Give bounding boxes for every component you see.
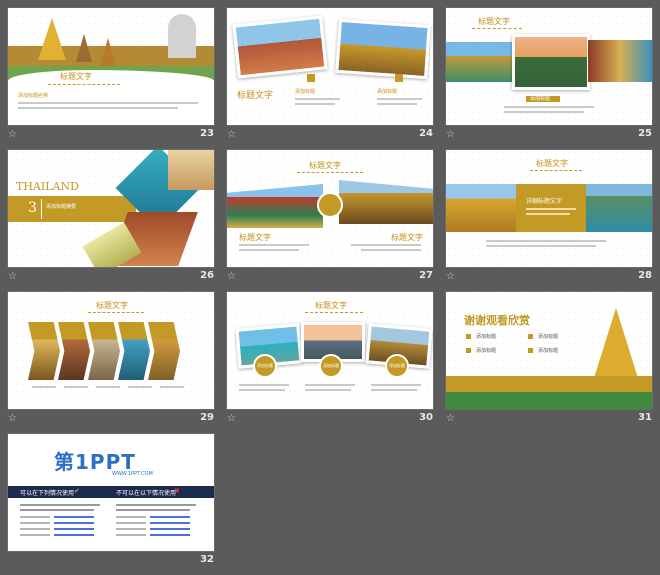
star-icon[interactable]: ☆ [8,271,17,282]
cliffs-photo [586,184,652,232]
statue-photo [588,40,652,82]
chevron-photo [58,322,90,380]
slide-number: 25 [638,128,652,139]
slide-number: 32 [200,554,214,565]
slide-title: 标题文字 [237,91,274,101]
pavilion-photo [512,34,590,90]
slide-number: 29 [200,412,214,423]
slide-title: 标题文字 [536,159,568,168]
temple-photo [335,18,431,80]
slide-number: 31 [638,412,652,423]
slide-thumbnail-27[interactable]: 标题文字 标题文字 标题文字 [227,150,433,267]
chevron-photo [148,322,180,380]
chevron-photo [118,322,150,380]
star-icon[interactable]: ☆ [8,129,17,140]
slide-number: 26 [200,270,214,281]
temple-photo [339,180,433,224]
slide-thumbnail-25[interactable]: 标题文字 添加标题 [446,8,652,125]
temple-photo [446,42,516,82]
slide-title: 标题文字 [60,72,92,81]
star-icon[interactable]: ☆ [8,413,17,424]
slide-thumbnail-26[interactable]: THAILAND 3 添加标题摘要 [8,150,214,267]
temple-image [76,34,92,62]
slide-number: 23 [200,128,214,139]
logo-url: WWW.1PPT.COM [112,471,153,477]
right-heading: 不可以在以下情况使用 [116,490,177,497]
star-icon[interactable]: ☆ [446,413,455,424]
slide-title: 标题文字 [96,301,128,310]
star-icon[interactable]: ☆ [227,271,236,282]
slide-thumbnail-30[interactable]: 标题文字 添加标题 添加标题 添加标题 [227,292,433,409]
slide-number: 30 [419,412,433,423]
ruins-photo [168,150,214,190]
star-icon[interactable]: ☆ [446,129,455,140]
slide-title: 标题文字 [309,161,341,170]
check-icon: ✔ [74,487,80,495]
slide-thumbnail-24[interactable]: 标题文字 添加标题 添加标题 [227,8,433,125]
star-icon[interactable]: ☆ [227,129,236,140]
slide-thumbnail-29[interactable]: 标题文字 [8,292,214,409]
box-title: 详细标题文字 [526,198,563,205]
slide-sorter-grid: 标题文字 添加标题名称 ☆ 23 标题文字 添加标题 添加标题 ☆ 24 标题文… [0,0,660,575]
bridge-photo [232,15,328,79]
slide-thumbnail-32[interactable]: 第1PPT WWW.1PPT.COM 可以在下列情况使用 ✔ 不可以在以下情况使… [8,434,214,551]
badge: 添加标题 [253,354,277,378]
badge: 添加标题 [385,354,409,378]
slide-title: 标题文字 [478,17,510,26]
left-heading: 可以在下列情况使用 [20,490,75,497]
pagoda-image [168,14,196,58]
slide-number: 24 [419,128,433,139]
slide-heading: THAILAND [16,180,79,193]
chevron-photo [28,322,60,380]
cross-icon: ✖ [174,487,180,495]
slide-title: 标题文字 [315,301,347,310]
slide-subtitle: 添加标题名称 [18,93,49,99]
chevron-photo [88,322,120,380]
slide-number: 28 [638,270,652,281]
slide-thumbnail-28[interactable]: 标题文字 详细标题文字 [446,150,652,267]
star-icon[interactable]: ☆ [446,271,455,282]
slide-number: 27 [419,270,433,281]
slide-thumbnail-31[interactable]: 谢谢观看欣赏 添加标题 添加标题 添加标题 添加标题 [446,292,652,409]
stupa-image [38,18,66,60]
icon [307,74,315,82]
slide-thumbnail-23[interactable]: 标题文字 添加标题名称 [8,8,214,125]
location-icon [317,192,343,218]
temple-image [100,38,116,66]
garden-image [446,392,652,409]
stupa-image [594,308,638,378]
badge: 添加标题 [319,354,343,378]
guardian-photo [227,184,323,228]
pagoda-photo [446,184,516,232]
icon [395,74,403,82]
section-number: 3 [28,200,37,216]
slide-title: 谢谢观看欣赏 [464,314,530,327]
star-icon[interactable]: ☆ [227,413,236,424]
